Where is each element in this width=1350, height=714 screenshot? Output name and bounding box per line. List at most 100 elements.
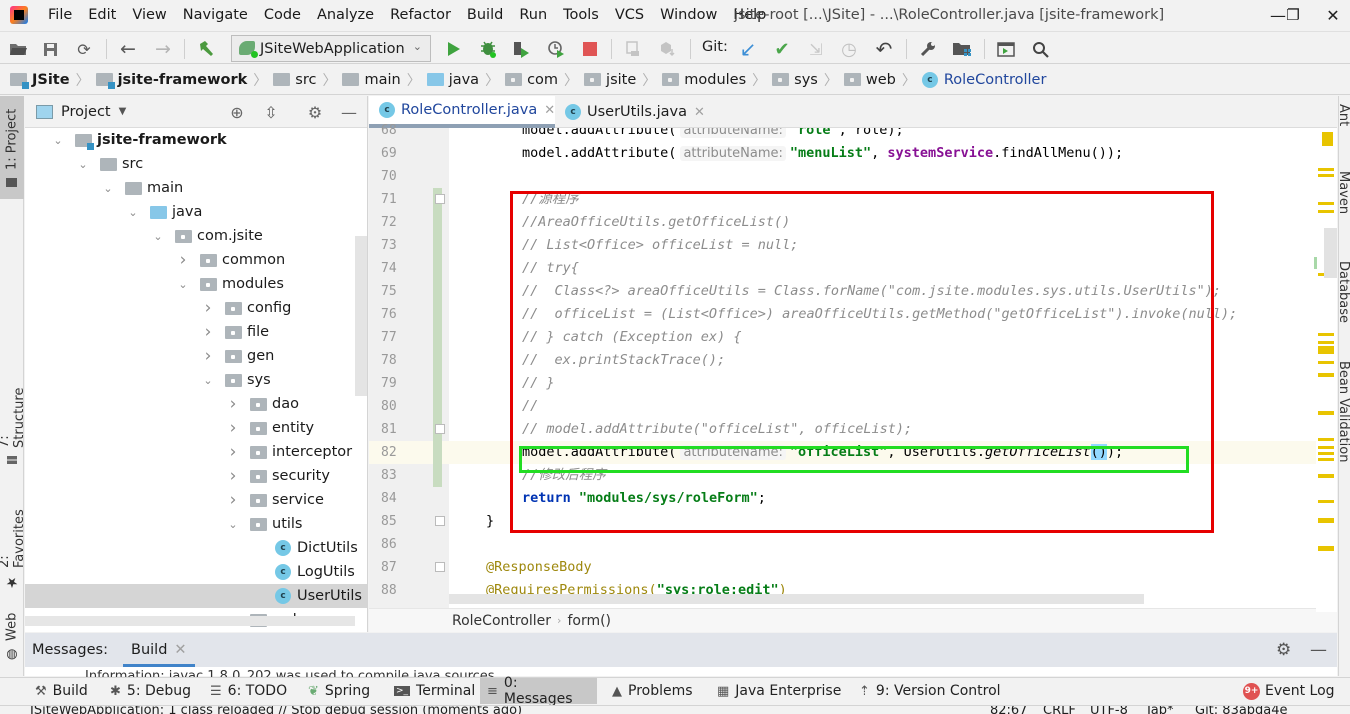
menu-edit[interactable]: Edit [80,0,124,30]
tree-item-main[interactable]: ⌄ main [25,176,367,200]
chevron-right-icon[interactable]: › [176,250,190,270]
warning-marker[interactable] [1318,438,1334,441]
code-line[interactable]: @ResponseBody [449,556,1319,579]
git-compare-icon[interactable]: ⇲ [805,38,827,60]
code-line[interactable]: model.addAttribute(attributeName: "role",… [449,128,1319,142]
menu-window[interactable]: Window [652,0,725,30]
menu-tools[interactable]: Tools [555,0,607,30]
code-text-area[interactable]: model.addAttribute(attributeName: "role",… [449,128,1319,612]
breadcrumb-main[interactable]: main 〉 [342,65,426,95]
warning-marker[interactable] [1318,411,1334,415]
close-window-button[interactable]: ✕ [1310,0,1350,30]
warning-marker[interactable] [1318,474,1334,478]
code-line[interactable]: //修改后程序 [449,464,1319,487]
warning-marker[interactable] [1318,210,1334,213]
locate-file-icon[interactable]: ⊕ [227,102,247,122]
chevron-right-icon[interactable]: › [201,298,215,318]
tree-item-common[interactable]: › common [25,248,367,272]
fold-toggle-icon[interactable] [435,516,445,526]
tool-window-debug[interactable]: ✱ 5: Debug [103,678,198,704]
editor-vertical-scrollbar[interactable] [1324,228,1337,278]
tree-item-src[interactable]: ⌄ src [25,152,367,176]
settings-gear-icon[interactable]: ⚙ [305,102,325,122]
tree-item-java[interactable]: ⌄ java [25,200,367,224]
menu-build[interactable]: Build [459,0,511,30]
code-line[interactable]: // } catch (Exception ex) { [449,326,1319,349]
breadcrumb-sys[interactable]: sys 〉 [772,65,844,95]
tree-item-logutils[interactable]: c LogUtils [25,560,367,584]
settings-gear-icon[interactable]: ⚙ [1276,640,1291,660]
breadcrumb-rolecontroller[interactable]: c RoleController [921,65,1046,95]
project-structure-icon[interactable] [951,38,973,60]
tool-tab-project[interactable]: 1: Project [0,96,24,199]
warning-marker[interactable] [1318,500,1334,503]
profile-icon[interactable] [545,38,567,60]
project-view-selector[interactable]: Project [61,104,111,120]
warning-marker[interactable] [1318,202,1334,205]
breadcrumb-com[interactable]: com 〉 [505,65,584,95]
tool-window-java-enterprise[interactable]: ▦ Java Enterprise [710,678,848,704]
warning-marker[interactable] [1318,361,1334,364]
warning-marker[interactable] [1318,333,1334,336]
menu-analyze[interactable]: Analyze [309,0,382,30]
warning-marker[interactable] [1318,341,1334,344]
event-log-button[interactable]: 9+ Event Log [1236,678,1342,704]
tool-tab-ant[interactable]: Ant [1339,104,1350,144]
close-tab-icon[interactable]: ✕ [694,105,705,120]
tree-item-entity[interactable]: › entity [25,416,367,440]
warning-marker[interactable] [1318,446,1334,449]
chevron-right-icon[interactable]: › [226,418,240,438]
tool-window-messages[interactable]: ≡ 0: Messages [480,675,597,707]
tree-item-dictutils[interactable]: c DictUtils [25,536,367,560]
warning-marker[interactable] [1318,168,1334,171]
menu-navigate[interactable]: Navigate [175,0,256,30]
git-branch[interactable]: Git: 83abda4e [1195,706,1288,714]
breadcrumb-java[interactable]: java 〉 [426,65,505,95]
run-icon[interactable] [443,38,465,60]
fold-toggle-icon[interactable] [435,424,445,434]
tool-window-build[interactable]: ⚒ Build [28,678,95,704]
close-tab-icon[interactable]: ✕ [544,103,555,118]
breadcrumb-jsite[interactable]: JSite 〉 [10,65,96,95]
tree-item-file[interactable]: › file [25,320,367,344]
stop-icon[interactable] [579,38,601,60]
tool-tab-favorites[interactable]: ★ 2: Favorites [0,496,27,596]
code-line[interactable]: //源程序 [449,188,1319,211]
menu-code[interactable]: Code [256,0,309,30]
breadcrumb-class[interactable]: RoleController [452,613,551,629]
breadcrumb-jsite-framework[interactable]: jsite-framework 〉 [95,65,274,95]
tool-window-todo[interactable]: ☰ 6: TODO [203,678,294,704]
menu-view[interactable]: View [124,0,174,30]
close-tab-icon[interactable]: ✕ [174,642,186,658]
tree-item-utils[interactable]: ⌄ utils [25,512,367,536]
menu-refactor[interactable]: Refactor [382,0,459,30]
breadcrumb-web[interactable]: web 〉 [843,65,922,95]
vcs-change-marker[interactable] [433,441,442,487]
vcs-change-marker[interactable] [433,188,442,441]
editor-horizontal-scrollbar[interactable] [449,594,1144,604]
breadcrumb-jsite-package[interactable]: jsite 〉 [584,65,662,95]
tool-window-version-control[interactable]: ⇡ 9: Version Control [852,678,1008,704]
build-hammer-icon[interactable] [195,38,217,60]
git-update-icon[interactable]: ↙ [737,37,759,61]
deploy-icon[interactable] [656,38,678,60]
tree-item-jsite-framework[interactable]: ⌄ jsite-framework [25,128,367,152]
open-folder-icon[interactable] [7,38,29,60]
chevron-right-icon[interactable]: › [201,346,215,366]
chevron-right-icon[interactable]: › [201,322,215,342]
git-history-icon[interactable]: ◷ [838,38,860,60]
chevron-right-icon[interactable]: › [226,394,240,414]
code-line[interactable]: return "modules/sys/roleForm"; [449,487,1319,510]
tool-tab-web[interactable]: ◍ Web [0,608,24,668]
forward-arrow-icon[interactable]: → [152,38,174,60]
git-rollback-icon[interactable]: ↶ [873,37,895,61]
chevron-down-icon[interactable]: ⌄ [76,158,90,171]
tree-item-gen[interactable]: › gen [25,344,367,368]
code-line[interactable]: //AreaOfficeUtils.getOfficeList() [449,211,1319,234]
warning-marker[interactable] [1322,132,1333,146]
attach-debugger-icon[interactable] [622,38,644,60]
code-line[interactable] [449,533,1319,556]
tool-window-spring[interactable]: ❦ Spring [301,678,377,704]
warning-marker[interactable] [1318,518,1334,523]
chevron-down-icon[interactable]: ⌄ [51,134,65,147]
